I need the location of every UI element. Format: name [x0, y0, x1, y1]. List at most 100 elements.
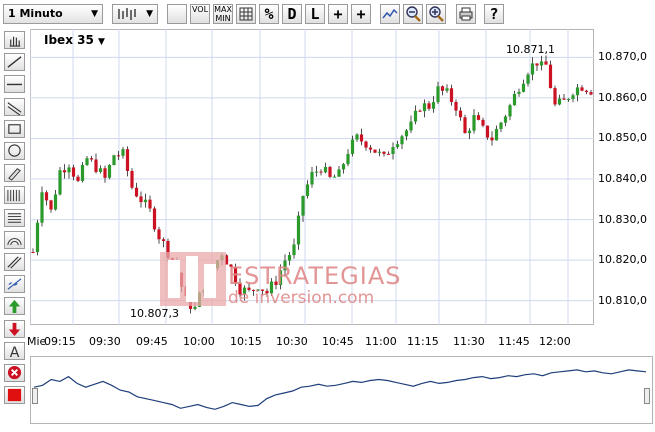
- candle: [337, 169, 341, 177]
- chart-type-select[interactable]: ▼: [112, 4, 158, 24]
- candle: [310, 171, 314, 185]
- arrow-up-tool[interactable]: [4, 297, 25, 316]
- candle: [377, 151, 382, 153]
- hand-icon: [9, 36, 21, 47]
- line-icon: [7, 56, 22, 68]
- percent-button[interactable]: %: [259, 4, 279, 24]
- candle: [530, 63, 535, 75]
- pencil-icon: [8, 168, 21, 181]
- candle: [94, 159, 98, 172]
- help-label: ?: [489, 5, 499, 23]
- timeframe-select[interactable]: 1 Minuto ▼: [3, 4, 103, 24]
- candle: [427, 103, 431, 109]
- compare-button[interactable]: [380, 4, 400, 24]
- candle: [508, 105, 512, 117]
- candle: [544, 61, 548, 65]
- candle: [134, 187, 139, 197]
- candle: [89, 158, 94, 160]
- zoom-out-button[interactable]: [403, 4, 423, 24]
- horizontal-line-tool[interactable]: [4, 75, 25, 94]
- fibonacci-tool[interactable]: [4, 186, 25, 205]
- log-button[interactable]: L: [305, 4, 325, 24]
- line-tool[interactable]: [4, 53, 25, 72]
- text-tool[interactable]: A: [4, 341, 25, 360]
- rectangle-tool[interactable]: [4, 119, 25, 138]
- crosshair-button[interactable]: +: [328, 4, 348, 24]
- candle: [490, 137, 494, 141]
- candle: [395, 144, 400, 148]
- candle: [71, 167, 76, 177]
- candle: [422, 103, 427, 112]
- candle: [467, 130, 472, 134]
- navigator-line: [33, 369, 647, 410]
- crosshair-label: +: [333, 5, 343, 23]
- candle: [499, 122, 503, 129]
- volume-button[interactable]: VOL: [190, 4, 210, 24]
- hand-tool[interactable]: [4, 31, 25, 49]
- delete-tool[interactable]: [4, 364, 25, 382]
- daily-button[interactable]: D: [282, 4, 302, 24]
- instrument-selector[interactable]: Ibex 35 ▼: [44, 33, 105, 47]
- chevron-down-icon: ▼: [146, 9, 153, 19]
- ellipse-tool[interactable]: [4, 142, 25, 160]
- max-min-button[interactable]: MAX MIN: [213, 4, 233, 24]
- arrow-down-tool[interactable]: [4, 319, 25, 338]
- candle: [562, 98, 566, 100]
- navigator-left-handle[interactable]: [32, 388, 38, 404]
- candle: [328, 166, 332, 177]
- candle: [152, 208, 157, 230]
- candle: [341, 164, 346, 170]
- pencil-tool[interactable]: [4, 164, 25, 183]
- candle: [296, 215, 301, 245]
- candle: [355, 134, 359, 140]
- candle: [346, 153, 350, 165]
- arc-tool[interactable]: [4, 230, 25, 249]
- candle: [386, 153, 391, 155]
- grid-button[interactable]: [236, 4, 256, 24]
- help-button[interactable]: ?: [484, 4, 504, 24]
- watermark-logo: [160, 252, 226, 309]
- arrow-up-icon: [8, 300, 21, 314]
- candle: [440, 86, 445, 91]
- candle: [58, 170, 62, 195]
- regression-tool[interactable]: [4, 275, 25, 294]
- grid-retracement-tool[interactable]: [4, 208, 25, 227]
- ellipse-icon: [8, 144, 21, 157]
- candle: [382, 151, 386, 154]
- candle: [67, 167, 71, 173]
- candle: [121, 149, 125, 156]
- candle: [287, 255, 292, 261]
- horizontal-line-icon: [6, 84, 23, 86]
- candle: [103, 168, 107, 178]
- navigator-right-handle[interactable]: [644, 388, 650, 404]
- candle: [148, 199, 152, 209]
- channel-tool[interactable]: [4, 97, 25, 116]
- candle: [454, 101, 458, 111]
- candle: [125, 149, 130, 171]
- candle: [409, 121, 413, 131]
- zoom-in-button[interactable]: [426, 4, 446, 24]
- parallel-lines-tool[interactable]: [4, 253, 25, 271]
- candle: [391, 147, 395, 155]
- candle: [305, 184, 310, 196]
- color-tool[interactable]: [4, 386, 25, 405]
- x-tick-label: 09:30: [89, 335, 121, 348]
- zoom-in-icon: [429, 6, 444, 22]
- print-button[interactable]: [456, 4, 476, 24]
- regression-icon: [7, 278, 22, 290]
- x-tick-label: 09:15: [44, 335, 76, 348]
- candle: [535, 63, 539, 66]
- rectangle-icon: [8, 123, 21, 134]
- compare-icon: [382, 8, 398, 19]
- candle: [571, 95, 575, 100]
- candle: [76, 176, 80, 181]
- candle: [292, 244, 296, 256]
- candle: [557, 98, 562, 105]
- candle: [539, 61, 544, 66]
- parallel-lines-icon: [7, 256, 22, 269]
- candle: [112, 155, 116, 166]
- arrow-down-icon: [8, 322, 21, 336]
- chart-type-button[interactable]: [167, 4, 187, 24]
- crosshair-label-button[interactable]: +: [351, 4, 371, 24]
- candle: [98, 168, 103, 172]
